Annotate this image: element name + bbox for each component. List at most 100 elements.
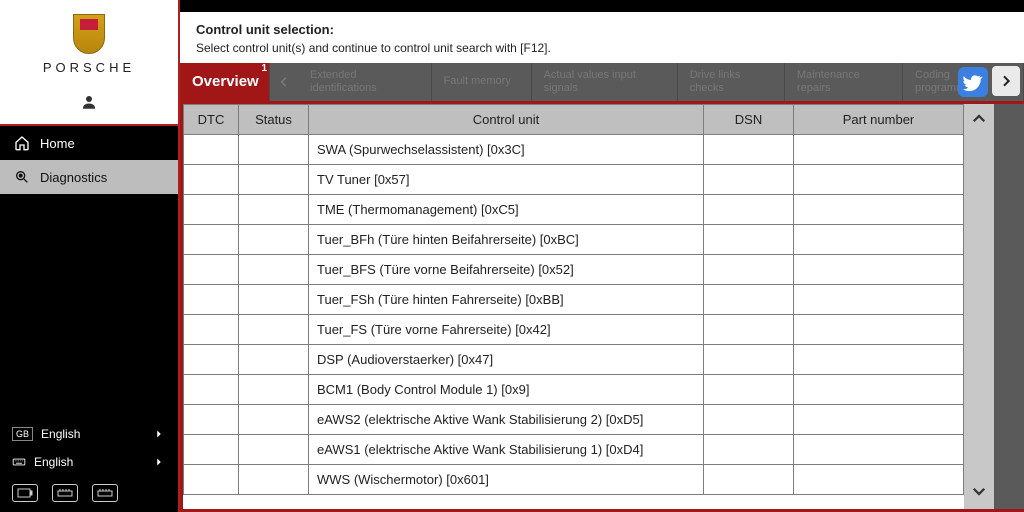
table-row[interactable]: eAWS2 (elektrische Aktive Wank Stabilisi… <box>184 405 964 435</box>
table-row[interactable]: TME (Thermomanagement) [0xC5] <box>184 195 964 225</box>
cell-dsn <box>704 165 794 195</box>
control-unit-table: DTC Status Control unit DSN Part number … <box>183 104 964 495</box>
table-header-row: DTC Status Control unit DSN Part number <box>184 105 964 135</box>
col-part-number[interactable]: Part number <box>794 105 964 135</box>
lang-row-1[interactable]: GB English <box>0 420 178 448</box>
tab-maint[interactable]: Maintenance repairs <box>785 63 903 101</box>
tab-maint-label: Maintenance repairs <box>797 69 890 95</box>
cell-pn <box>794 135 964 165</box>
tab-bar: Overview 1 Extended identifications Faul… <box>180 63 1024 101</box>
cell-pn <box>794 255 964 285</box>
tab-overview[interactable]: Overview 1 <box>180 63 270 101</box>
instructions-title: Control unit selection: <box>196 22 1008 37</box>
chevron-up-icon <box>970 110 988 128</box>
cell-cu: Tuer_BFh (Türe hinten Beifahrerseite) [0… <box>309 225 704 255</box>
table-row[interactable]: Tuer_FS (Türe vorne Fahrerseite) [0x42] <box>184 315 964 345</box>
cell-dsn <box>704 405 794 435</box>
tab-ext-id[interactable]: Extended identifications <box>298 63 432 101</box>
cell-dtc <box>184 375 239 405</box>
tab-scroll-left[interactable] <box>270 63 298 101</box>
cell-dsn <box>704 345 794 375</box>
cell-pn <box>794 315 964 345</box>
magnify-gear-icon <box>14 169 30 185</box>
assistant-bird-icon[interactable] <box>958 67 988 97</box>
connection-icon-2[interactable] <box>92 484 118 502</box>
nav-item-home[interactable]: Home <box>0 126 178 160</box>
cell-dtc <box>184 435 239 465</box>
cell-dtc <box>184 255 239 285</box>
user-row <box>0 85 178 126</box>
cell-dsn <box>704 375 794 405</box>
table-row[interactable]: Tuer_BFh (Türe hinten Beifahrerseite) [0… <box>184 225 964 255</box>
tab-actual[interactable]: Actual values input signals <box>532 63 678 101</box>
table-row[interactable]: DSP (Audioverstaerker) [0x47] <box>184 345 964 375</box>
footer-icons <box>0 476 178 506</box>
chevron-down-icon <box>970 482 988 500</box>
table-row[interactable]: eAWS1 (elektrische Aktive Wank Stabilisi… <box>184 435 964 465</box>
keyboard-icon <box>12 455 26 469</box>
control-unit-table-wrap: DTC Status Control unit DSN Part number … <box>180 101 1024 512</box>
tab-drive[interactable]: Drive links checks <box>678 63 785 101</box>
cell-pn <box>794 195 964 225</box>
vertical-scrollbar[interactable] <box>964 104 994 509</box>
cell-status <box>239 405 309 435</box>
cell-cu: SWA (Spurwechselassistent) [0x3C] <box>309 135 704 165</box>
cell-cu: eAWS1 (elektrische Aktive Wank Stabilisi… <box>309 435 704 465</box>
tab-drive-label: Drive links checks <box>690 69 772 95</box>
nav-label-home: Home <box>40 136 75 151</box>
cell-dsn <box>704 225 794 255</box>
cell-dsn <box>704 435 794 465</box>
scroll-up-button[interactable] <box>970 110 988 131</box>
cell-pn <box>794 405 964 435</box>
cell-dsn <box>704 465 794 495</box>
cell-status <box>239 285 309 315</box>
cell-cu: BCM1 (Body Control Module 1) [0x9] <box>309 375 704 405</box>
main-area: Control unit selection: Select control u… <box>180 0 1024 512</box>
table-row[interactable]: WWS (Wischermotor) [0x601] <box>184 465 964 495</box>
table-row[interactable]: SWA (Spurwechselassistent) [0x3C] <box>184 135 964 165</box>
col-status[interactable]: Status <box>239 105 309 135</box>
nav-item-diagnostics[interactable]: Diagnostics <box>0 160 178 194</box>
col-dsn[interactable]: DSN <box>704 105 794 135</box>
cell-cu: TME (Thermomanagement) [0xC5] <box>309 195 704 225</box>
tab-fault-label: Fault memory <box>444 75 511 88</box>
chevron-right-icon <box>998 73 1014 89</box>
connection-icon-1[interactable] <box>52 484 78 502</box>
cell-pn <box>794 285 964 315</box>
table-row[interactable]: Tuer_BFS (Türe vorne Beifahrerseite) [0x… <box>184 255 964 285</box>
chevron-right-icon <box>152 455 166 469</box>
cell-dtc <box>184 135 239 165</box>
cell-pn <box>794 375 964 405</box>
sidebar-footer: GB English English <box>0 414 178 512</box>
col-dtc[interactable]: DTC <box>184 105 239 135</box>
cell-pn <box>794 225 964 255</box>
col-control-unit[interactable]: Control unit <box>309 105 704 135</box>
cell-status <box>239 465 309 495</box>
cell-status <box>239 195 309 225</box>
cell-dtc <box>184 165 239 195</box>
cell-pn <box>794 435 964 465</box>
tab-fault[interactable]: Fault memory <box>432 63 532 101</box>
cell-cu: Tuer_FSh (Türe hinten Fahrerseite) [0xBB… <box>309 285 704 315</box>
flag-gb-icon: GB <box>12 427 33 441</box>
lang-row-2[interactable]: English <box>0 448 178 476</box>
table-row[interactable]: Tuer_FSh (Türe hinten Fahrerseite) [0xBB… <box>184 285 964 315</box>
cell-status <box>239 135 309 165</box>
home-icon <box>14 135 30 151</box>
cell-dtc <box>184 195 239 225</box>
battery-icon[interactable] <box>12 484 38 502</box>
table-row[interactable]: TV Tuner [0x57] <box>184 165 964 195</box>
sidebar: PORSCHE Home Diagnostics GB English <box>0 0 180 512</box>
table-row[interactable]: BCM1 (Body Control Module 1) [0x9] <box>184 375 964 405</box>
cell-status <box>239 375 309 405</box>
scroll-down-button[interactable] <box>970 482 988 503</box>
cell-dtc <box>184 315 239 345</box>
cell-status <box>239 225 309 255</box>
cell-dsn <box>704 285 794 315</box>
chevron-left-icon <box>277 75 291 89</box>
cell-pn <box>794 465 964 495</box>
tab-scroll-right[interactable] <box>992 66 1020 96</box>
instructions-subtitle: Select control unit(s) and continue to c… <box>196 41 1008 55</box>
cell-dtc <box>184 345 239 375</box>
tab-overview-label: Overview <box>192 73 259 91</box>
